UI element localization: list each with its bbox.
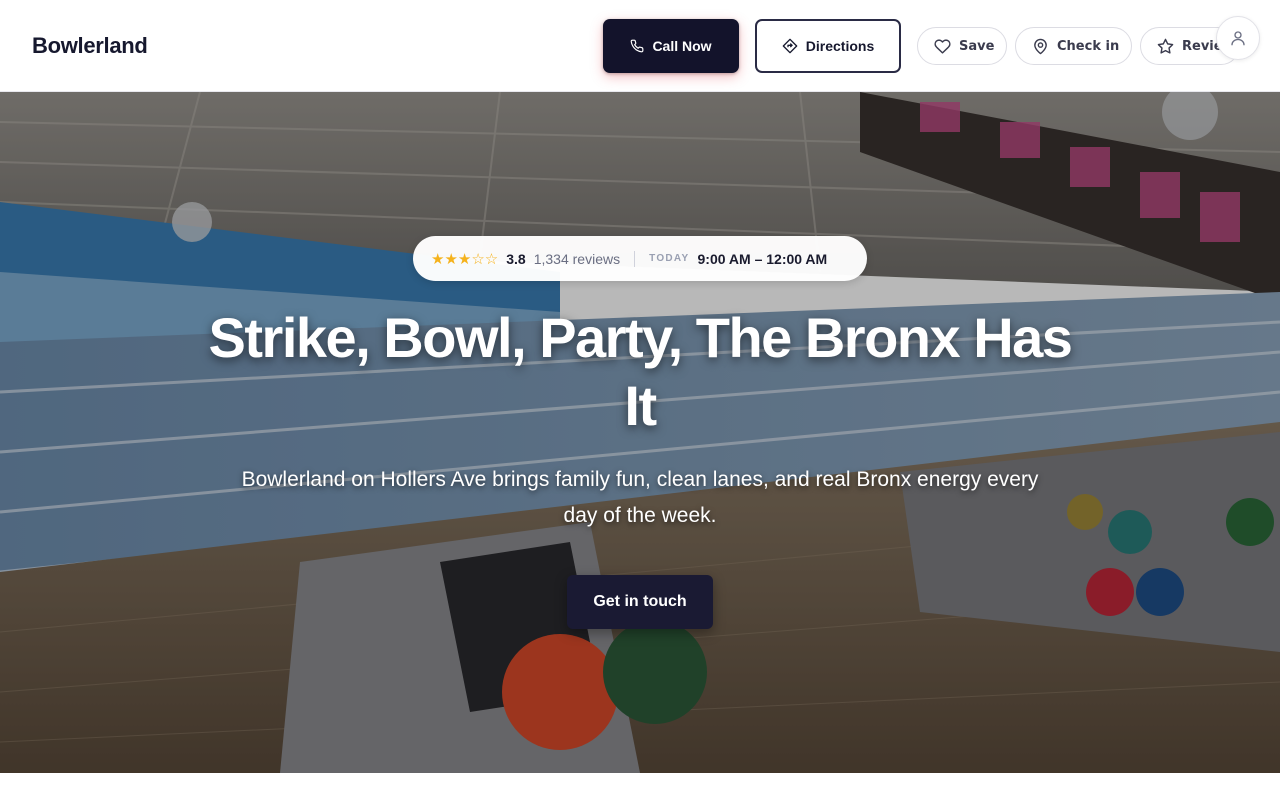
save-label: Save	[959, 38, 995, 54]
map-pin-icon	[1032, 38, 1049, 55]
phone-icon	[630, 39, 644, 53]
review-count[interactable]: 1,334 reviews	[534, 251, 620, 267]
check-in-label: Check in	[1057, 38, 1120, 54]
account-button[interactable]	[1216, 16, 1260, 60]
directions-icon	[782, 38, 798, 54]
today-label: TODAY	[649, 253, 690, 264]
star-icon	[1157, 38, 1174, 55]
rating-divider	[634, 250, 636, 267]
directions-label: Directions	[805, 38, 875, 54]
rating-value: 3.8	[506, 250, 526, 267]
check-in-button[interactable]: Check in	[1015, 27, 1132, 65]
opening-hours: 9:00 AM – 12:00 AM	[697, 250, 828, 267]
save-button[interactable]: Save	[917, 27, 1007, 65]
hero-section: ★★★☆☆ 3.8 1,334 reviews TODAY 9:00 AM – …	[0, 92, 1280, 773]
site-header: Bowlerland Call Now Directions Save Chec…	[0, 0, 1280, 92]
heart-icon	[934, 38, 951, 55]
rating-stars: ★★★☆☆	[431, 250, 499, 268]
call-now-button[interactable]: Call Now	[603, 19, 739, 73]
brand-logo[interactable]: Bowlerland	[32, 33, 148, 59]
directions-button[interactable]: Directions	[755, 19, 901, 73]
call-now-label: Call Now	[652, 38, 712, 54]
rating-pill: ★★★☆☆ 3.8 1,334 reviews TODAY 9:00 AM – …	[413, 236, 867, 281]
hero-title: Strike, Bowl, Party, The Bronx Has It	[208, 306, 1073, 437]
get-in-touch-button[interactable]: Get in touch	[567, 575, 713, 629]
hero-subtitle: Bowlerland on Hollers Ave brings family …	[241, 468, 1039, 527]
user-icon	[1229, 29, 1247, 47]
